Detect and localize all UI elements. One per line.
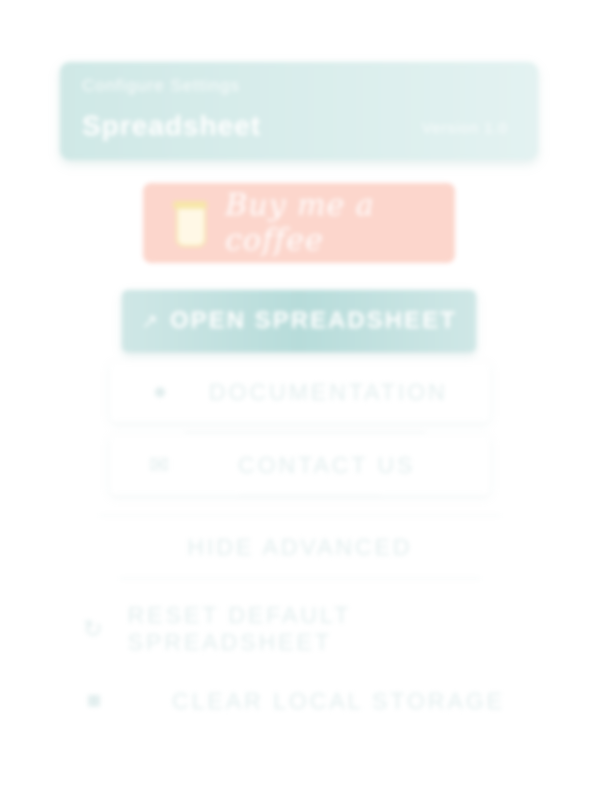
header-title: Spreadsheet xyxy=(82,110,262,141)
documentation-label: DOCUMENTATION xyxy=(209,378,448,405)
hide-advanced-label: HIDE ADVANCED xyxy=(187,533,413,560)
divider xyxy=(240,495,380,496)
header-card: Configure Settings Spreadsheet Version 1… xyxy=(60,62,538,160)
divider xyxy=(100,515,500,516)
header-version: Version 1.0 xyxy=(421,120,508,137)
buy-coffee-button[interactable]: Buy me a coffee xyxy=(143,183,455,263)
clear-local-storage-label: CLEAR LOCAL STORAGE xyxy=(172,687,506,714)
open-spreadsheet-button[interactable]: ↗ OPEN SPREADSHEET xyxy=(122,290,476,352)
clear-local-storage-button[interactable]: ■ CLEAR LOCAL STORAGE xyxy=(82,684,522,718)
divider xyxy=(120,578,480,579)
reset-default-spreadsheet-button[interactable]: ↻ RESET DEFAULT SPREADSHEET xyxy=(82,602,522,655)
hide-advanced-button[interactable]: HIDE ADVANCED xyxy=(100,530,500,564)
contact-us-button[interactable]: ✉ CONTACT US xyxy=(143,448,453,482)
buy-coffee-label: Buy me a coffee xyxy=(225,188,375,258)
contact-us-label: CONTACT US xyxy=(238,451,416,478)
info-circle-icon: ● xyxy=(152,378,168,405)
divider xyxy=(185,432,425,433)
envelope-icon: ✉ xyxy=(148,451,170,479)
documentation-button[interactable]: ● DOCUMENTATION xyxy=(145,375,455,409)
external-link-icon: ↗ xyxy=(141,310,159,333)
refresh-icon: ↻ xyxy=(82,615,103,643)
reset-default-label: RESET DEFAULT SPREADSHEET xyxy=(127,602,351,655)
trash-icon: ■ xyxy=(86,687,102,714)
app-page: Configure Settings Spreadsheet Version 1… xyxy=(0,0,600,800)
coffee-cup-icon xyxy=(173,199,207,247)
open-spreadsheet-label: OPEN SPREADSHEET xyxy=(170,307,457,334)
header-subtitle: Configure Settings xyxy=(82,76,240,95)
